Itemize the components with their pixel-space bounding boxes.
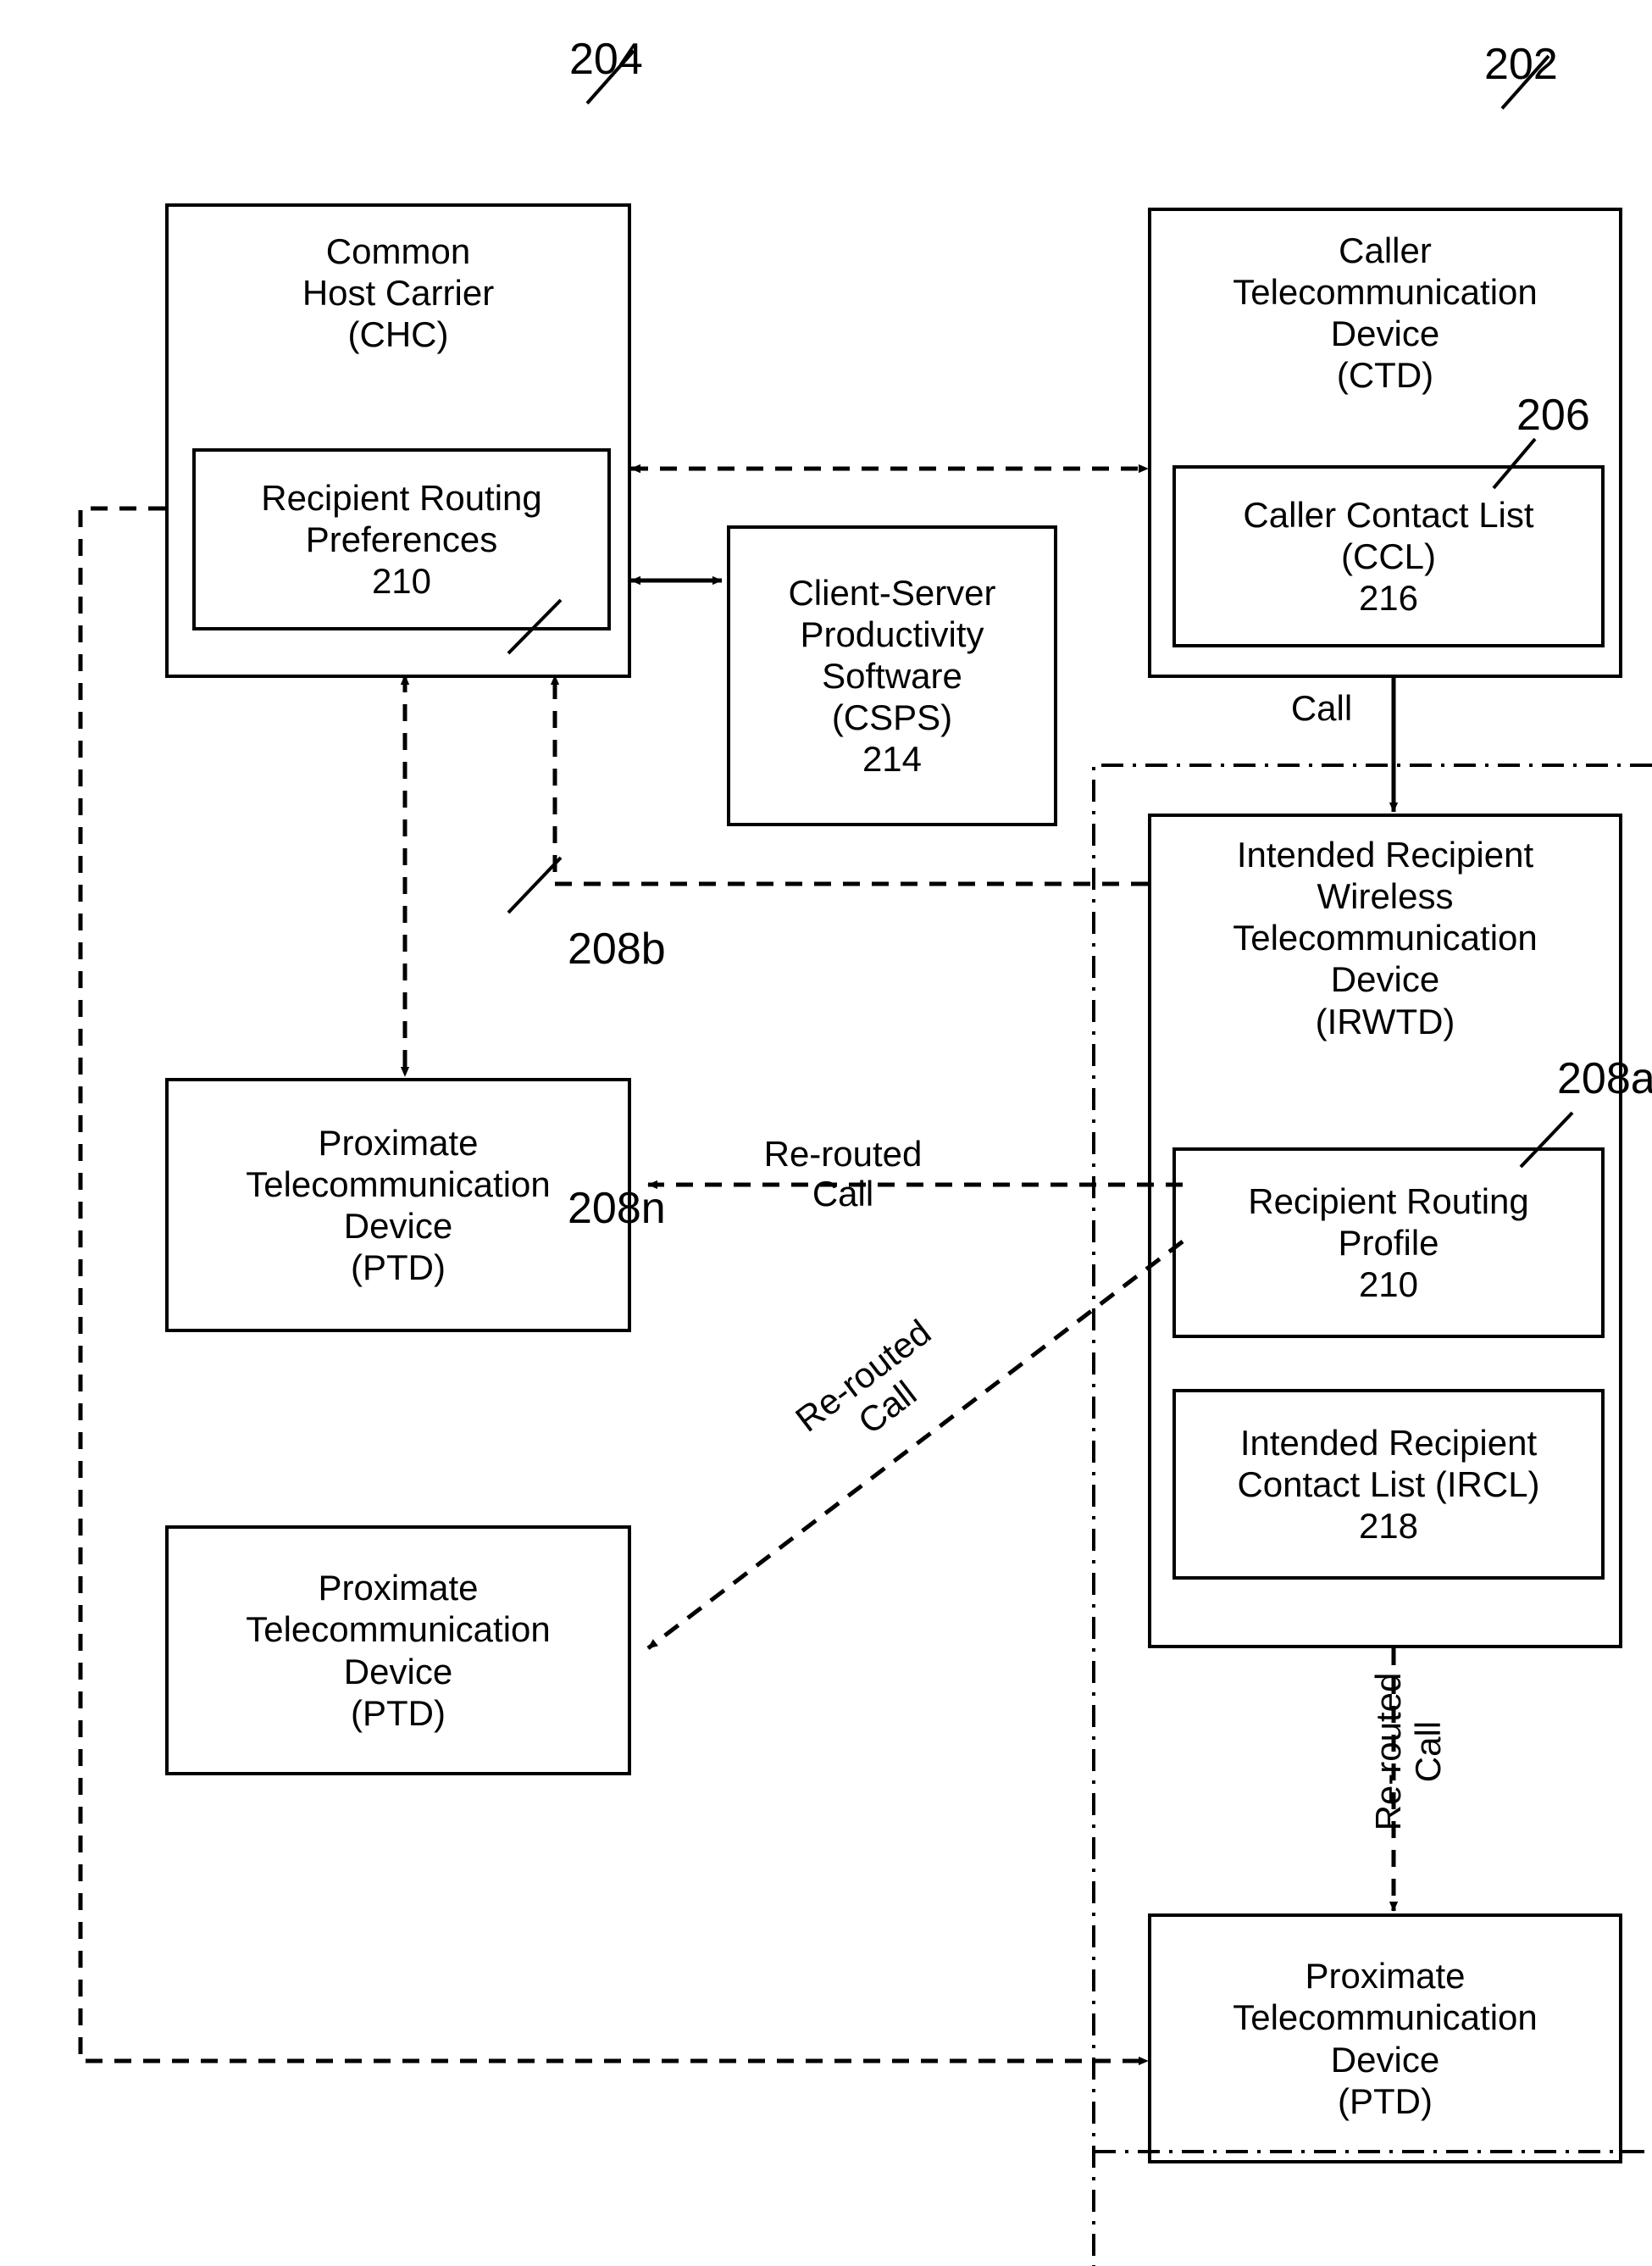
ccl-line-1: (CCL): [1341, 536, 1436, 576]
block-caller-telecommunication-device[interactable]: Caller Telecommunication Device (CTD) Ca…: [1148, 208, 1622, 678]
ref-tag-208n: 208n: [568, 1184, 666, 1233]
ircl-line-0: Intended Recipient: [1239, 1422, 1538, 1463]
ptdb-line-2: Device: [343, 1206, 453, 1246]
ptda-line-0: Proximate: [1305, 1956, 1466, 1997]
rrprofile-line-2: 210: [1358, 1264, 1419, 1305]
ptdn-line-2: Device: [343, 1651, 453, 1691]
ccl-line-0: Caller Contact List: [1243, 494, 1534, 535]
ptdb-line-1: Telecommunication: [246, 1164, 551, 1204]
block-caller-contact-list[interactable]: Caller Contact List (CCL) 216: [1172, 465, 1605, 647]
block-common-host-carrier[interactable]: Common Host Carrier (CHC) Recipient Rout…: [165, 203, 631, 678]
rrp-line-0: Recipient Routing: [261, 477, 542, 518]
block-recipient-routing-profile[interactable]: Recipient Routing Profile 210: [1172, 1147, 1605, 1338]
block-intended-recipient-wireless-telecommunication-device[interactable]: Intended Recipient Wireless Telecommunic…: [1148, 814, 1622, 1648]
csps-line-4: 214: [862, 739, 923, 780]
rrp-line-2: 210: [371, 561, 432, 602]
block-proximate-telecommunication-device-b[interactable]: Proximate Telecommunication Device (PTD): [165, 1078, 631, 1332]
ptdb-line-0: Proximate: [318, 1122, 479, 1163]
irwtd-line-1: Wireless: [1317, 876, 1454, 917]
ptda-line-1: Telecommunication: [1233, 1997, 1538, 2038]
block-proximate-telecommunication-device-n[interactable]: Proximate Telecommunication Device (PTD): [165, 1525, 631, 1775]
chc-line-0: Common: [325, 231, 471, 271]
csps-line-0: Client-Server: [788, 572, 996, 613]
edge-label-rerouted-call-ptda: Re-routed Call: [1367, 1672, 1448, 1831]
block-client-server-productivity-software[interactable]: Client-Server Productivity Software (CSP…: [727, 525, 1057, 826]
ircl-line-1: Contact List (IRCL): [1237, 1463, 1540, 1504]
ref-tag-208a: 208a: [1557, 1054, 1652, 1103]
patent-figure: CTD (double headed) ===== --> CSPS (soli…: [0, 0, 1652, 2266]
ptdn-line-3: (PTD): [351, 1692, 446, 1733]
csps-line-1: Productivity: [800, 614, 984, 654]
ref-tag-206: 206: [1516, 391, 1590, 440]
chc-line-2: (CHC): [347, 314, 449, 355]
rrprofile-line-0: Recipient Routing: [1248, 1180, 1529, 1221]
ctd-line-0: Caller: [1339, 230, 1432, 270]
irwtd-line-3: Device: [1330, 959, 1440, 1000]
irwtd-line-4: (IRWTD): [1315, 1001, 1455, 1041]
ref-tag-204: 204: [569, 35, 643, 84]
rrprofile-line-1: Profile: [1338, 1222, 1439, 1263]
ctd-line-1: Telecommunication: [1233, 272, 1538, 313]
csps-line-3: (CSPS): [831, 697, 953, 738]
rrp-line-1: Preferences: [305, 519, 498, 559]
chc-line-1: Host Carrier: [302, 273, 495, 314]
block-intended-recipient-contact-list[interactable]: Intended Recipient Contact List (IRCL) 2…: [1172, 1389, 1605, 1580]
edge-label-call: Call: [1290, 688, 1353, 728]
ref-tag-202: 202: [1484, 40, 1558, 89]
ptda-line-3: (PTD): [1338, 2080, 1433, 2121]
csps-line-2: Software: [822, 655, 962, 696]
ptdn-line-0: Proximate: [318, 1568, 479, 1608]
irwtd-line-2: Telecommunication: [1233, 918, 1538, 958]
block-proximate-telecommunication-device-a[interactable]: Proximate Telecommunication Device (PTD): [1148, 1913, 1622, 2163]
edge-label-rerouted-call-ptdb: Re-routed Call: [763, 1134, 923, 1214]
ctd-line-2: Device: [1330, 314, 1440, 354]
ircl-line-2: 218: [1358, 1506, 1419, 1547]
ref-tag-208b: 208b: [568, 925, 666, 974]
rerouted-to-ptdn-link: [646, 1240, 1184, 1650]
irwtd-line-0: Intended Recipient: [1236, 835, 1534, 875]
ptda-line-2: Device: [1330, 2039, 1440, 2080]
ccl-line-2: 216: [1358, 578, 1419, 619]
ptdb-line-3: (PTD): [351, 1247, 446, 1288]
block-recipient-routing-preferences[interactable]: Recipient Routing Preferences 210: [192, 448, 611, 630]
ptdn-line-1: Telecommunication: [246, 1609, 551, 1650]
